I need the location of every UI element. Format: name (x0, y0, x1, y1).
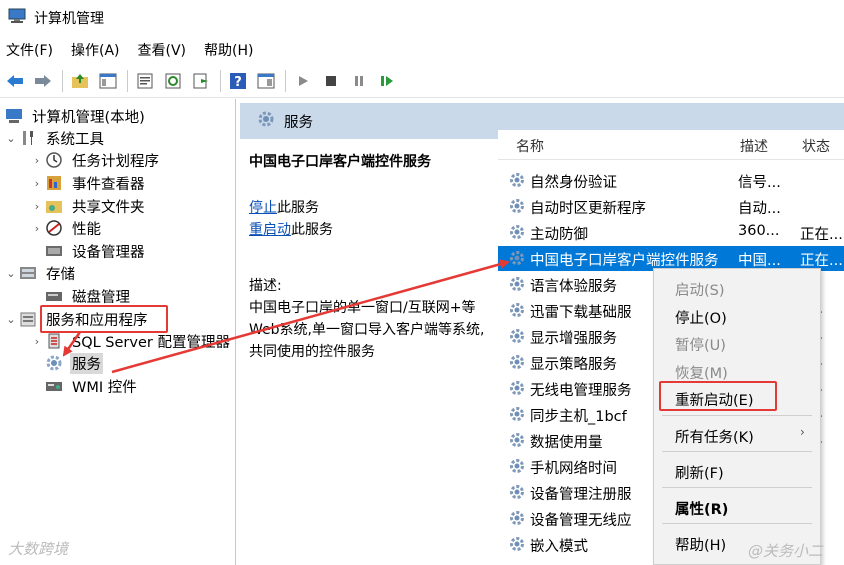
watermark-right: @关务小二 (748, 542, 824, 560)
arrow-to-selected-service (111, 259, 510, 374)
arrow-to-services (62, 331, 82, 357)
watermark-left: 大数跨境 (8, 540, 69, 558)
annotation-arrows (62, 259, 510, 374)
computer-management-window: 计算机管理 文件(F) 操作(A) 查看(V) 帮助(H) ? 计算机管理(本地… (0, 0, 844, 565)
